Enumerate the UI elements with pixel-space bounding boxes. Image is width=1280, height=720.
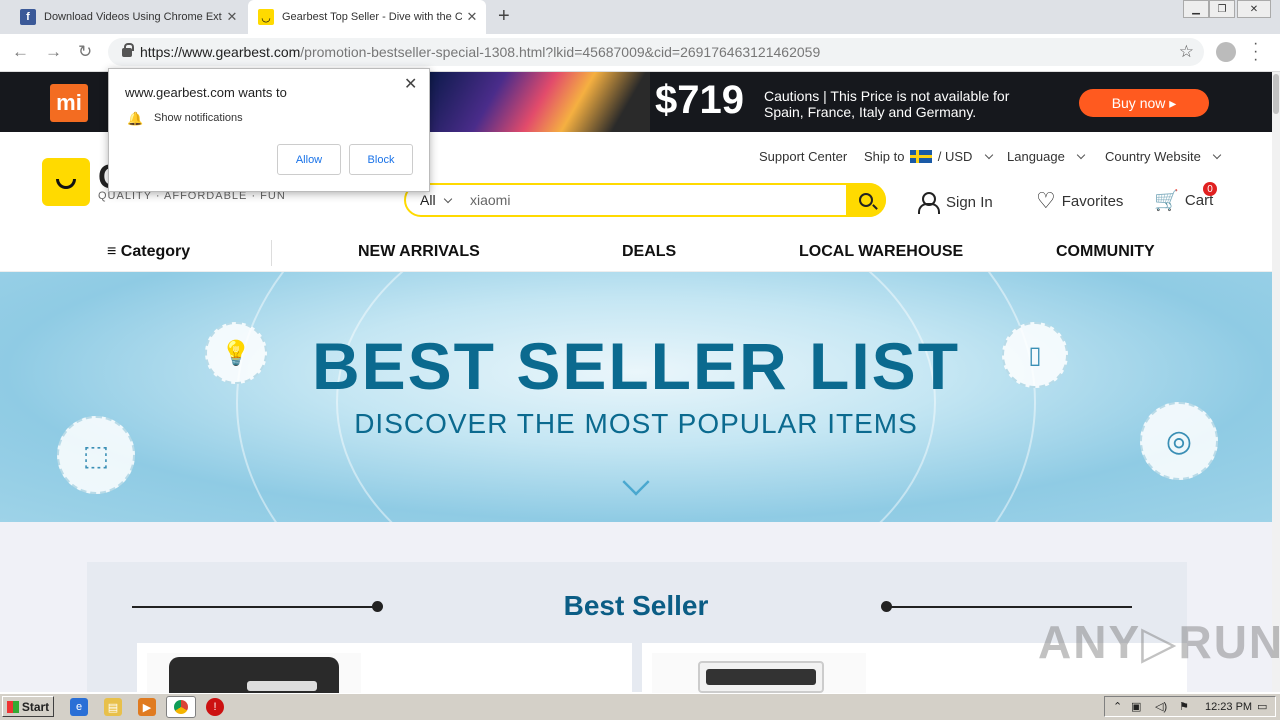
folder-icon[interactable]: ▤ xyxy=(104,698,122,716)
tab-title: Gearbest Top Seller - Dive with the C xyxy=(282,11,462,23)
anyrun-watermark: ANY▷RUN xyxy=(1038,616,1280,668)
bookmark-star-icon[interactable]: ☆ xyxy=(1179,42,1194,62)
buy-now-button[interactable]: Buy now ▸ xyxy=(1079,89,1209,117)
dialog-title: www.gearbest.com wants to xyxy=(125,85,287,100)
country-label: Country Website xyxy=(1105,149,1201,164)
url-path: /promotion-bestseller-special-1308.html?… xyxy=(300,44,821,60)
restore-icon[interactable]: ❐ xyxy=(1209,0,1235,18)
ship-to-label: Ship to xyxy=(864,149,905,164)
chevron-down-icon xyxy=(1077,150,1086,160)
nav-deals[interactable]: DEALS xyxy=(622,243,676,261)
media-player-icon[interactable]: ▶ xyxy=(138,698,156,716)
stop-icon[interactable]: ! xyxy=(206,698,224,716)
reload-icon[interactable]: ↻ xyxy=(78,42,92,62)
flag-icon[interactable]: ⚑ xyxy=(1179,700,1189,713)
promo-caution: Cautions | This Price is not available f… xyxy=(764,88,1064,120)
chevron-down-icon xyxy=(1213,150,1222,160)
promo-price: $719 xyxy=(655,78,744,122)
support-center-link[interactable]: Support Center xyxy=(759,149,847,164)
currency-label: / USD xyxy=(937,149,973,164)
windows-logo-icon xyxy=(6,700,19,713)
nav-local-warehouse[interactable]: LOCAL WAREHOUSE xyxy=(799,243,963,261)
nav-divider xyxy=(271,240,272,266)
tab-gearbest[interactable]: ◡ Gearbest Top Seller - Dive with the C … xyxy=(248,0,486,34)
language-selector[interactable]: Language xyxy=(1007,149,1086,164)
heart-icon: ♡ xyxy=(1036,188,1056,213)
promo-product-image xyxy=(430,72,650,132)
address-bar[interactable]: https://www.gearbest.com/promotion-bests… xyxy=(108,38,1204,66)
tab-title: Download Videos Using Chrome Exte xyxy=(44,11,222,23)
search-button[interactable] xyxy=(846,183,886,217)
window-close-icon[interactable]: ✕ xyxy=(1237,0,1271,18)
system-tray: ⌃ ▣ ◁) ⚑ 12:23 PM ▭ xyxy=(1104,696,1276,717)
gearbest-logo-icon[interactable] xyxy=(42,158,90,206)
allow-button[interactable]: Allow xyxy=(277,144,341,175)
product-device-detail xyxy=(247,681,317,691)
volume-icon[interactable]: ◁) xyxy=(1155,700,1167,713)
product-image xyxy=(652,653,866,693)
cart-icon: 🛒 xyxy=(1154,190,1179,212)
close-tab-icon[interactable]: ✕ xyxy=(462,9,482,25)
tray-expand-icon[interactable]: ⌃ xyxy=(1113,700,1122,713)
block-button[interactable]: Block xyxy=(349,144,413,175)
search-category-label: All xyxy=(420,192,436,208)
category-label: Category xyxy=(120,243,191,260)
chevron-down-icon xyxy=(984,150,994,160)
favorites-label: Favorites xyxy=(1061,192,1124,210)
sign-in-link[interactable]: Sign In xyxy=(918,192,993,214)
lock-icon xyxy=(122,42,134,57)
network-icon[interactable]: ▣ xyxy=(1131,700,1141,713)
nav-community[interactable]: COMMUNITY xyxy=(1056,243,1155,261)
search-input[interactable]: xiaomi xyxy=(470,192,510,208)
gearbest-icon: ◡ xyxy=(258,9,274,25)
ship-to-selector[interactable]: Ship to / USD xyxy=(864,149,994,164)
country-website-selector[interactable]: Country Website xyxy=(1105,149,1222,164)
close-icon[interactable]: ✕ xyxy=(404,74,417,94)
caution-line-1: Cautions | This Price is not available f… xyxy=(764,88,1010,104)
category-menu[interactable]: ≡ Category xyxy=(107,243,190,261)
hero-subtitle: DISCOVER THE MOST POPULAR ITEMS xyxy=(354,408,918,439)
back-icon[interactable]: ← xyxy=(12,42,29,62)
hamburger-icon: ≡ xyxy=(107,243,117,260)
favorites-link[interactable]: ♡ Favorites xyxy=(1036,188,1123,214)
scrollbar-thumb[interactable] xyxy=(1273,74,1279,114)
facebook-icon: f xyxy=(20,9,36,25)
search-icon xyxy=(859,193,873,207)
show-desktop-icon[interactable]: ▭ xyxy=(1257,700,1267,713)
browser-menu-icon[interactable]: · · · xyxy=(1253,36,1258,68)
product-image xyxy=(147,653,361,693)
user-icon xyxy=(918,192,940,214)
minimize-icon[interactable]: ▁ xyxy=(1183,0,1209,18)
product-device-detail xyxy=(706,669,816,685)
chevron-down-icon xyxy=(444,194,453,204)
nav-new-arrivals[interactable]: NEW ARRIVALS xyxy=(358,243,480,261)
chrome-icon xyxy=(174,700,188,714)
hero-title: BEST SELLER LIST xyxy=(311,329,961,403)
product-card[interactable] xyxy=(137,643,632,693)
sign-in-label: Sign In xyxy=(946,193,993,211)
profile-avatar[interactable] xyxy=(1216,42,1236,62)
forward-icon[interactable]: → xyxy=(45,42,62,62)
new-tab-icon[interactable]: + xyxy=(498,5,510,28)
mi-logo: mi xyxy=(50,84,88,122)
start-label: Start xyxy=(21,699,50,714)
bell-icon: 🔔 xyxy=(127,111,144,126)
close-tab-icon[interactable]: ✕ xyxy=(222,9,242,25)
clock[interactable]: 12:23 PM xyxy=(1205,701,1252,713)
dialog-text: Show notifications xyxy=(154,112,243,124)
language-label: Language xyxy=(1007,149,1065,164)
tab-facebook[interactable]: f Download Videos Using Chrome Exte ✕ xyxy=(10,0,246,34)
search-category-dropdown[interactable]: All xyxy=(420,192,453,208)
url-host: https://www.gearbest.com xyxy=(140,44,301,60)
start-button[interactable]: Start xyxy=(2,696,54,717)
page-scrollbar[interactable] xyxy=(1272,72,1280,692)
sweden-flag-icon xyxy=(910,150,933,163)
caution-line-2: Spain, France, Italy and Germany. xyxy=(764,104,977,120)
chrome-taskbar-button[interactable] xyxy=(166,696,196,718)
ie-icon[interactable]: e xyxy=(70,698,88,716)
cart-count-badge: 0 xyxy=(1203,182,1217,196)
